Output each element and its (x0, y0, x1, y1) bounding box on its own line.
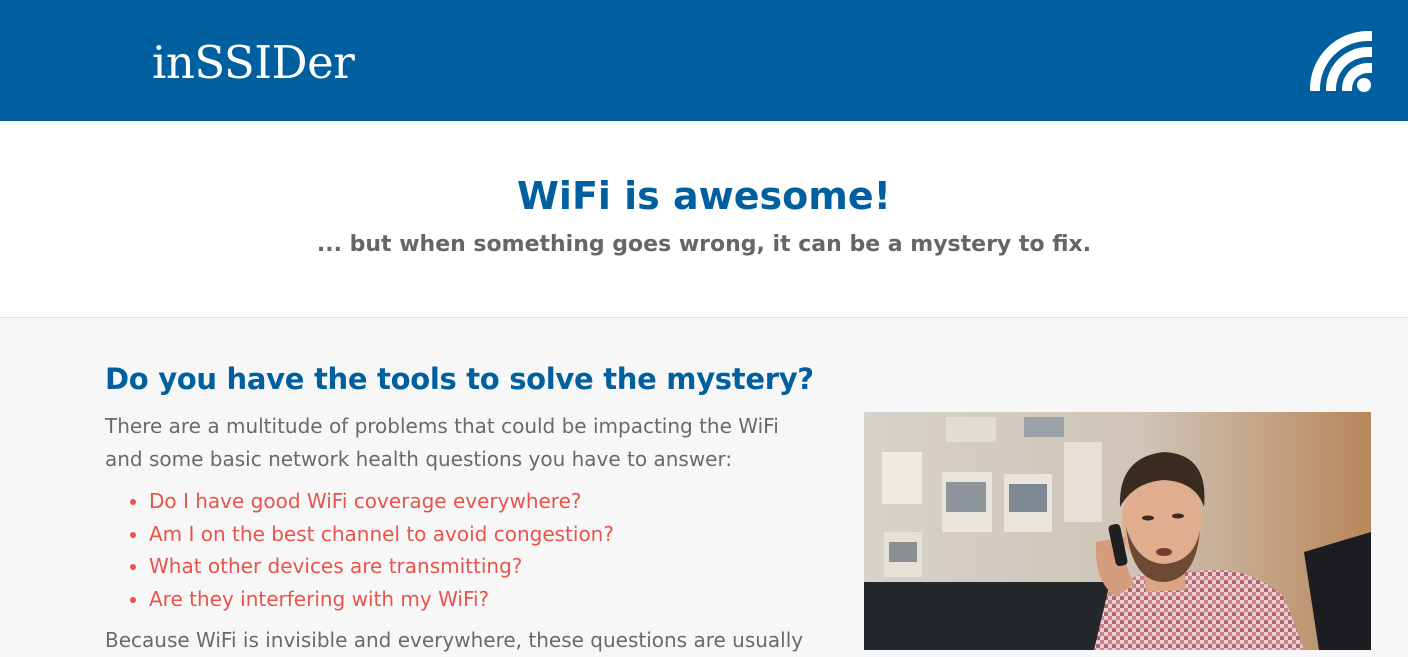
section-heading: Do you have the tools to solve the myste… (105, 362, 814, 396)
site-header: inSSIDer (0, 0, 1408, 121)
list-item: What other devices are transmitting? (127, 550, 614, 583)
hero-subtitle: ... but when something goes wrong, it ca… (316, 232, 1092, 257)
logo[interactable]: inSSIDer (152, 40, 355, 85)
question-list: Do I have good WiFi coverage everywhere?… (127, 485, 614, 615)
list-item: Do I have good WiFi coverage everywhere? (127, 485, 614, 518)
wifi-icon (1306, 27, 1376, 95)
list-item: Are they interfering with my WiFi? (127, 583, 614, 616)
outro-paragraph: Because WiFi is invisible and everywhere… (105, 628, 804, 652)
hero-title: WiFi is awesome! (517, 174, 891, 218)
frustrated-man-photo (864, 412, 1371, 650)
content-section: Do you have the tools to solve the myste… (0, 319, 1408, 652)
intro-paragraph: There are a multitude of problems that c… (105, 414, 779, 471)
hero-section: WiFi is awesome! ... but when something … (0, 121, 1408, 318)
list-item: Am I on the best channel to avoid conges… (127, 518, 614, 551)
